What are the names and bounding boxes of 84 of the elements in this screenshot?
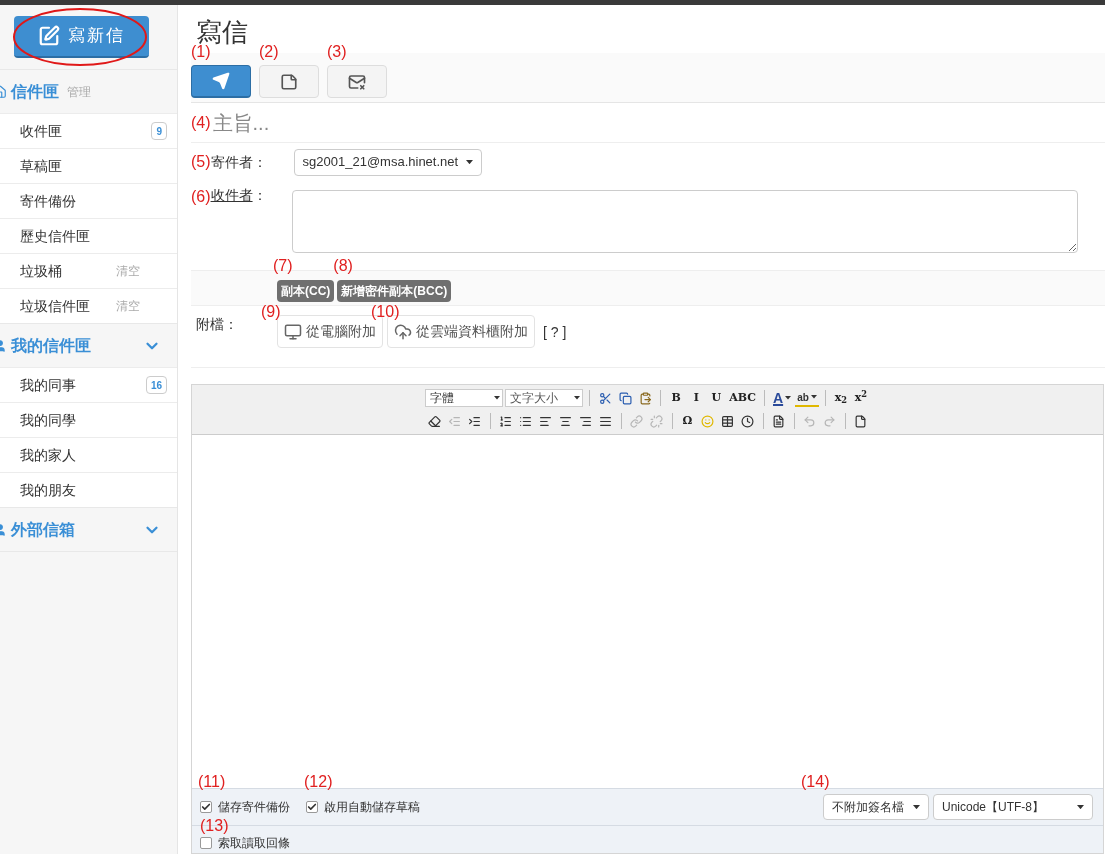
folder-name: 我的家人 [20,445,77,465]
folder-item[interactable]: 歷史信件匣 [0,218,177,253]
cloud-icon [394,322,412,341]
clock-icon[interactable] [738,412,757,430]
toolbar-button[interactable] [191,65,251,98]
caret-icon [913,804,920,810]
annotation-number: (3) [327,44,347,60]
signature-select[interactable]: 不附加簽名檔 [823,794,929,820]
folder-item[interactable]: 草稿匣 [0,148,177,183]
annotation-number: (8) [333,258,353,274]
format-button[interactable]: U [707,389,726,407]
compose-icon [38,25,60,47]
unread-count: 16 [145,376,167,394]
caret-icon [494,396,501,400]
recipients-field[interactable] [291,190,1078,253]
copy-icon[interactable] [616,389,635,407]
help-link[interactable]: [ ? ] [543,322,567,343]
annotation-number: (7) [273,258,293,274]
font-select[interactable]: 字體 [425,389,504,407]
format-button[interactable]: x$^{2}$ [851,389,870,407]
folder-item[interactable]: 我的朋友 [0,472,177,507]
unread-count: 9 [151,122,167,140]
page-title: 寫信 [196,19,248,45]
folder-item[interactable]: 垃圾桶 清空 [0,253,177,288]
annotation-number: (11) [198,774,226,790]
folder-item[interactable]: 我的同學 [0,402,177,437]
folder-name: 我的朋友 [20,480,77,500]
subject-field[interactable]: 主旨... [212,107,1105,138]
annotation-number: (1) [191,44,211,60]
folder-name: 垃圾桶 [20,261,63,281]
format-button[interactable]: Ω [678,412,697,430]
folder-name: 寄件備份 [20,191,77,211]
checkbox-label: 索取讀取回條 [218,834,290,852]
format-button[interactable]: I [687,389,706,407]
copy-button[interactable]: 新增密件副本(BCC) [337,280,452,302]
annotation-number: (6) [191,187,211,205]
section-title: 外部信箱 [11,519,75,540]
mail-x-icon [348,72,366,91]
sender-label: 寄件者： [210,152,268,172]
size-select[interactable]: 文字大小 [505,389,584,407]
annotation-number: (5) [191,152,211,172]
annotation-number: (12) [304,774,333,790]
compose-button[interactable]: 寫新信 [14,16,149,58]
format-button[interactable]: B [667,389,686,407]
highlight-button[interactable]: ab [795,389,819,407]
copy-button[interactable]: 副本(CC) [277,280,335,302]
attachments-label: 附檔： [196,315,239,334]
checkbox[interactable] [306,801,318,813]
folder-name: 收件匣 [20,121,63,141]
folder-name: 草稿匣 [20,156,63,176]
folder-name: 我的同學 [20,410,77,430]
annotation-number: (2) [259,44,279,60]
folder-item[interactable]: 垃圾信件匣 清空 [0,288,177,323]
format-button[interactable]: ABC [727,389,758,407]
caret-icon [810,395,817,399]
folder-item[interactable]: 我的家人 [0,437,177,472]
caret-icon [466,159,474,165]
section-title: 信件匣 [11,81,59,102]
checkbox-label: 儲存寄件備份 [218,799,290,816]
caret-icon [785,396,792,400]
caret-icon [1077,804,1084,810]
encoding-select[interactable]: Unicode【UTF-8】 [933,794,1093,820]
annotation-number: (14) [801,774,830,790]
annotation-number: (4) [191,112,211,133]
note-icon [280,72,298,91]
text-color-button[interactable]: A [771,387,794,409]
format-button[interactable]: x$_{2}$ [831,389,850,407]
annotation-number: (13) [200,818,229,834]
checkbox[interactable] [200,836,212,849]
folder-name: 垃圾信件匣 [20,296,91,316]
caret-icon [574,396,581,400]
section-title: 我的信件匣 [11,335,91,356]
folder-item[interactable]: 我的同事 16 [0,367,177,402]
checkbox[interactable] [200,801,212,813]
recipients-link[interactable]: 收件者 [210,185,253,205]
folder-item[interactable]: 寄件備份 [0,183,177,218]
folder-name: 我的同事 [20,375,77,395]
colon-text: ： [252,186,267,205]
folder-name: 歷史信件匣 [20,226,91,246]
monitor-icon [284,322,302,341]
folder-item[interactable]: 收件匣 9 [0,113,177,148]
send-icon [212,72,230,90]
sender-select[interactable]: sg2001_21@msa.hinet.net [293,148,483,176]
checkbox-label: 啟用自動儲存草稿 [324,799,420,816]
